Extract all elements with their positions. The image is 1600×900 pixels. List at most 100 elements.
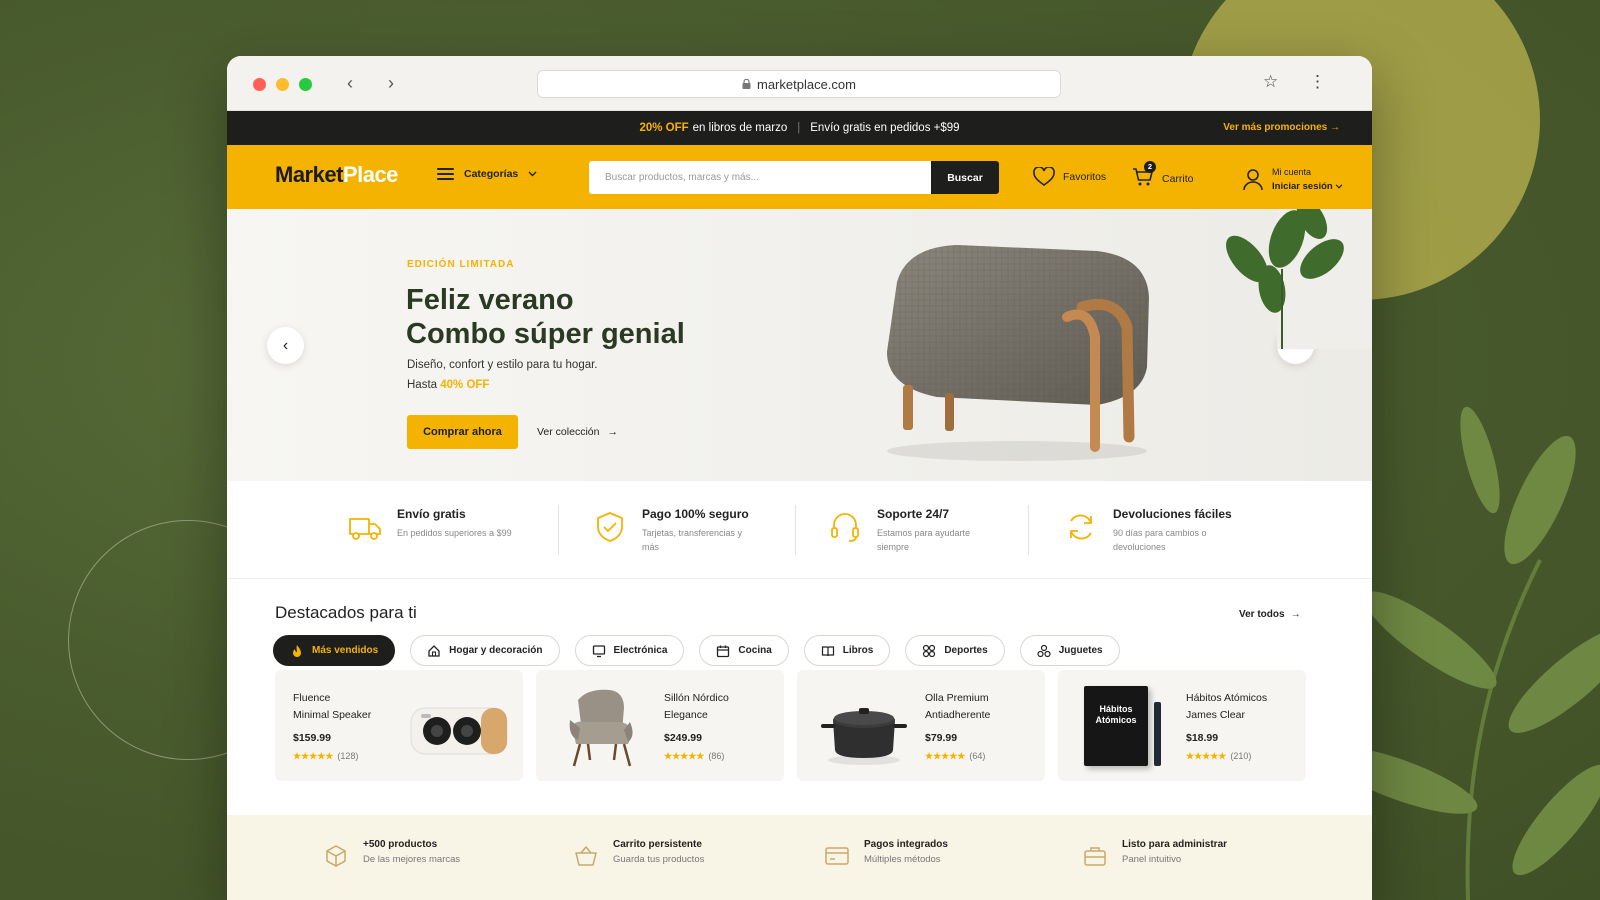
more-promotions-link[interactable]: Ver más promociones → xyxy=(1223,122,1340,133)
back-arrow-icon[interactable]: ‹ xyxy=(339,72,361,94)
search-button[interactable]: Buscar xyxy=(931,161,999,194)
product-rating: ★★★★★ (86) xyxy=(664,751,725,761)
chip-home-decor[interactable]: Hogar y decoración xyxy=(410,635,560,666)
product-cards: Fluence Minimal Speaker $159.99 ★★★★★ (128… xyxy=(275,670,1306,781)
chip-books[interactable]: Libros xyxy=(803,635,891,666)
ottoman-product-image xyxy=(887,245,1149,461)
benefit-item: Listo para administrar Panel intuitivo xyxy=(1082,839,1227,869)
product-name: Sillón Nórdico Elegance xyxy=(664,692,729,721)
chip-label: Más vendidos xyxy=(312,645,379,656)
chip-toys[interactable]: Juguetes xyxy=(1019,635,1120,666)
monitor-icon xyxy=(592,644,605,657)
product-price: $79.99 xyxy=(925,732,958,744)
product-name: Olla Premium Antiadherente xyxy=(925,692,991,721)
chip-label: Juguetes xyxy=(1058,645,1103,656)
promo-bar: 20% OFF en libros de marzo | Envío grati… xyxy=(227,111,1372,145)
user-icon xyxy=(1243,168,1263,190)
shop-now-button[interactable]: Comprar ahora xyxy=(407,415,518,449)
benefit-subtitle: Guarda tus productos xyxy=(613,854,705,865)
cart-link[interactable]: 2 Carrito xyxy=(1132,161,1194,190)
feature-item: Pago 100% seguro Tarjetas, transferencia… xyxy=(592,507,752,554)
book-cover-title: Hábitos Atómicos xyxy=(1095,704,1137,725)
fire-icon xyxy=(293,644,301,657)
product-rating: ★★★★★ (210) xyxy=(1186,751,1252,761)
product-card[interactable]: Fluence Minimal Speaker $159.99 ★★★★★ (128… xyxy=(275,670,523,781)
benefit-item: +500 productos De las mejores marcas xyxy=(323,839,460,869)
feature-item: Envío gratis En pedidos superiores a $99 xyxy=(347,507,527,545)
chip-electronics[interactable]: Electrónica xyxy=(574,635,685,666)
benefit-title: Pagos integrados xyxy=(864,839,948,850)
close-window-button[interactable] xyxy=(253,78,266,91)
product-rating: ★★★★★ (64) xyxy=(925,751,986,761)
product-name: Fluence Minimal Speaker xyxy=(293,692,372,721)
cooking-pot-image xyxy=(821,708,907,765)
categories-menu[interactable]: Categorías xyxy=(437,168,537,180)
feature-subtitle: Tarjetas, transferencias y más xyxy=(642,528,743,552)
arrow-right-icon: → xyxy=(1290,609,1301,620)
product-rating: ★★★★★ (128) xyxy=(293,751,359,761)
search-input[interactable] xyxy=(589,161,931,194)
maximize-window-button[interactable] xyxy=(299,78,312,91)
home-icon xyxy=(428,644,440,657)
bookmark-star-icon[interactable]: ☆ xyxy=(1263,72,1278,92)
product-price: $18.99 xyxy=(1186,732,1219,744)
book-cover: Hábitos Atómicos xyxy=(1084,686,1148,766)
hero-banner: EDICIÓN LIMITADA Feliz verano Combo súpe… xyxy=(227,209,1372,481)
review-count: (64) xyxy=(969,751,986,761)
search-bar: Buscar xyxy=(589,161,999,194)
review-count: (86) xyxy=(708,751,725,761)
benefits-strip: +500 productos De las mejores marcas Carr… xyxy=(227,815,1372,900)
account-menu[interactable]: Mi cuenta Iniciar sesión xyxy=(1242,165,1343,194)
product-card[interactable]: Olla Premium Antiadherente $79.99 ★★★★★ (6… xyxy=(797,670,1045,781)
product-info: Fluence Minimal Speaker $159.99 ★★★★★ (128… xyxy=(293,690,393,762)
benefit-title: Listo para administrar xyxy=(1122,839,1228,850)
chip-sports[interactable]: Deportes xyxy=(905,635,1005,666)
more-menu-icon[interactable]: ⋮ xyxy=(1309,72,1326,92)
chip-label: Cocina xyxy=(738,645,772,656)
forward-arrow-icon[interactable]: › xyxy=(380,72,402,94)
product-name: Hábitos Atómicos James Clear xyxy=(1186,692,1268,721)
site-header: MarketPlace Categorías Buscar Favoritos … xyxy=(227,145,1372,209)
feature-subtitle: En pedidos superiores a $99 xyxy=(397,528,512,538)
benefit-title: Carrito persistente xyxy=(613,839,702,850)
minimize-window-button[interactable] xyxy=(276,78,289,91)
feature-title: Envío gratis xyxy=(397,507,466,521)
product-card[interactable]: Hábitos Atómicos Hábitos Atómicos James C… xyxy=(1058,670,1306,781)
chevron-down-icon xyxy=(1335,184,1343,189)
hero-title-line1: Feliz verano xyxy=(406,284,574,316)
cart-icon-wrap: 2 xyxy=(1132,161,1156,190)
browser-window: ‹ › marketplace.com ☆ ⋮ 20% OFF en libro… xyxy=(227,56,1372,900)
chip-label: Libros xyxy=(842,645,874,656)
feature-title: Pago 100% seguro xyxy=(642,507,749,521)
chip-label: Electrónica xyxy=(613,645,668,656)
view-collection-link[interactable]: Ver colección → xyxy=(537,426,618,438)
favorites-link[interactable]: Favoritos xyxy=(1033,167,1106,187)
promo-shipping: Envío gratis en pedidos +$99 xyxy=(810,122,960,134)
product-card[interactable]: Sillón Nórdico Elegance $249.99 ★★★★★ (86) xyxy=(536,670,784,781)
chip-kitchen[interactable]: Cocina xyxy=(699,635,789,666)
promo-discount: 20% OFF xyxy=(639,122,689,134)
pen-decoration xyxy=(1154,702,1161,766)
site-logo[interactable]: MarketPlace xyxy=(275,162,398,188)
account-text: Mi cuenta Iniciar sesión xyxy=(1272,165,1343,194)
promo-separator: | xyxy=(797,122,801,134)
benefit-subtitle: Panel intuitivo xyxy=(1122,854,1182,865)
cube-icon xyxy=(326,845,346,867)
divider xyxy=(795,505,796,555)
hero-discount-prefix: Hasta xyxy=(407,379,438,391)
category-chips: Más vendidos Hogar y decoración Electrón… xyxy=(273,635,1120,666)
heart-icon xyxy=(1033,167,1055,186)
chip-best-sellers[interactable]: Más vendidos xyxy=(273,635,396,666)
armchair-image xyxy=(569,689,633,767)
lock-icon xyxy=(742,79,751,89)
headset-icon xyxy=(831,513,859,542)
chevron-down-icon xyxy=(528,171,537,177)
hero-discount-value: 40% OFF xyxy=(440,379,490,391)
hero-discount: Hasta 40% OFF xyxy=(407,379,489,391)
carousel-prev-button[interactable]: ‹ xyxy=(267,327,304,364)
account-label: Mi cuenta xyxy=(1272,167,1312,177)
speaker-image xyxy=(410,707,508,755)
address-bar[interactable]: marketplace.com xyxy=(537,70,1061,98)
see-all-link[interactable]: Ver todos → xyxy=(1239,609,1301,620)
features-strip: Envío gratis En pedidos superiores a $99… xyxy=(227,481,1372,579)
